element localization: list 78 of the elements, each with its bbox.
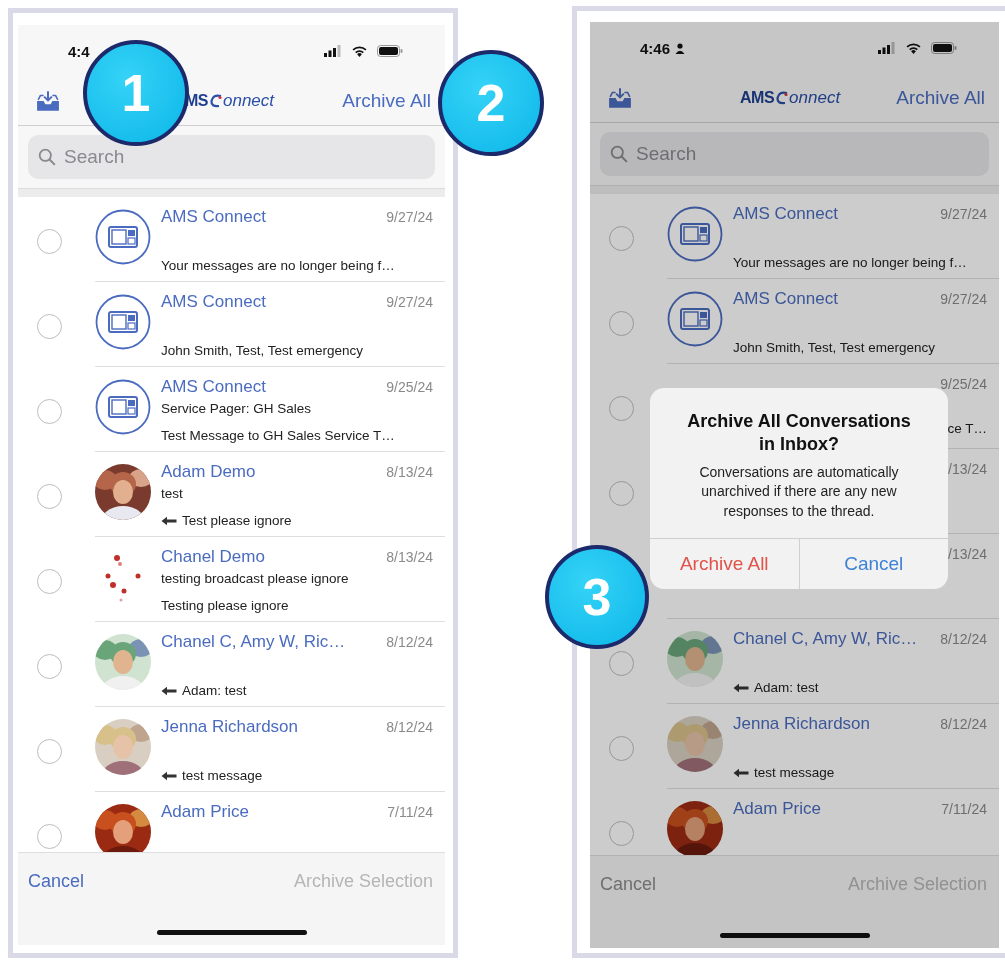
search-icon	[38, 148, 56, 166]
message-preview: test message	[182, 768, 263, 783]
conversation-name: Adam Price	[733, 799, 821, 819]
signal-icon	[324, 45, 342, 57]
message-preview: Service Pager: GH Sales	[161, 401, 313, 416]
conversation-date: /13/24	[948, 461, 987, 477]
step-number-badge: 3	[545, 545, 649, 649]
status-time: 4:46	[640, 39, 671, 57]
conversation-date: 7/11/24	[941, 801, 987, 817]
cancel-link[interactable]: Cancel	[28, 871, 85, 892]
conversation-date: 7/11/24	[387, 804, 433, 820]
conversation-date: 9/27/24	[940, 206, 987, 222]
message-preview: test message	[754, 765, 835, 780]
dialog-button[interactable]: Cancel	[798, 538, 948, 589]
conversation-name: AMS Connect	[733, 204, 838, 224]
signal-icon	[878, 42, 896, 54]
message-preview: Testing please ignore	[161, 598, 289, 613]
conversation-date: 8/13/24	[386, 549, 433, 565]
dialog-button[interactable]: Archive All	[650, 538, 799, 589]
search-field[interactable]: Search	[600, 132, 989, 176]
message-preview: testing broadcast please ignore	[161, 571, 350, 586]
conversation-date: 8/13/24	[386, 464, 433, 480]
battery-icon	[377, 45, 403, 57]
message-preview: Adam: test	[754, 680, 819, 695]
message-preview: Adam: test	[182, 683, 247, 698]
conversation-date: 8/12/24	[386, 634, 433, 650]
cancel-link[interactable]: Cancel	[600, 874, 657, 895]
conversation-date: 8/12/24	[940, 716, 987, 732]
logo-swoosh-icon	[209, 93, 223, 109]
status-time: 4:4	[68, 42, 90, 60]
dialog-title: Archive All Conversations in Inbox?	[686, 410, 912, 457]
logo-wordmark-tail: onnect	[789, 88, 841, 108]
message-preview: Test Message to GH Sales Service T…	[161, 428, 395, 443]
conversation-name: Chanel C, Amy W, Ric…	[733, 629, 918, 649]
conversation-name: AMS Connect	[161, 292, 266, 312]
conversation-date: 9/25/24	[940, 376, 987, 392]
message-preview: Test please ignore	[182, 513, 292, 528]
inbox-download-icon[interactable]	[36, 90, 60, 112]
conversation-name: Adam Price	[161, 802, 249, 822]
wifi-icon	[905, 42, 922, 54]
message-preview: test	[161, 486, 184, 501]
message-preview: Your messages are no longer being f…	[161, 258, 395, 273]
search-field[interactable]: Search	[28, 135, 435, 179]
conversation-name: Jenna Richardson	[161, 717, 299, 737]
conversation-date: 9/27/24	[940, 291, 987, 307]
step-number-badge: 2	[438, 50, 544, 156]
device-icon	[667, 291, 723, 347]
wifi-icon	[351, 45, 368, 57]
message-preview: John Smith, Test, Test emergency	[161, 343, 364, 358]
dialog-message: Conversations are automatically unarchived if there are any new responses to the thread.	[698, 462, 900, 521]
message-preview: Your messages are no longer being f…	[733, 255, 967, 270]
device-icon	[95, 209, 151, 265]
conversation-name: AMS Connect	[733, 289, 838, 309]
inbox-download-icon[interactable]	[608, 87, 632, 109]
device-icon	[95, 294, 151, 350]
conversation-date: 9/27/24	[386, 294, 433, 310]
message-preview: John Smith, Test, Test emergency	[733, 340, 936, 355]
conversation-date: 9/25/24	[386, 379, 433, 395]
battery-icon	[931, 42, 957, 54]
conversation-name: Adam Demo	[161, 462, 256, 482]
conversation-date: 8/12/24	[940, 631, 987, 647]
conversation-date: 8/12/24	[386, 719, 433, 735]
search-icon	[610, 145, 628, 163]
message-preview: ce T…	[947, 421, 987, 436]
logo-swoosh-icon	[775, 90, 790, 106]
conversation-name: Jenna Richardson	[733, 714, 871, 734]
device-icon	[667, 206, 723, 262]
archive-all-link[interactable]: Archive All	[896, 87, 985, 109]
archive-all-link[interactable]: Archive All	[342, 90, 431, 112]
device-icon	[95, 379, 151, 435]
logo-wordmark-tail: onnect	[223, 91, 275, 111]
conversation-name: AMS Connect	[161, 207, 266, 227]
conversation-date: /13/24	[948, 546, 987, 562]
conversation-date: 9/27/24	[386, 209, 433, 225]
conversation-name: Chanel Demo	[161, 547, 265, 567]
conversation-name: AMS Connect	[161, 377, 266, 397]
logo-wordmark: AMS	[740, 89, 775, 107]
conversation-name: Chanel C, Amy W, Ric…	[161, 632, 346, 652]
